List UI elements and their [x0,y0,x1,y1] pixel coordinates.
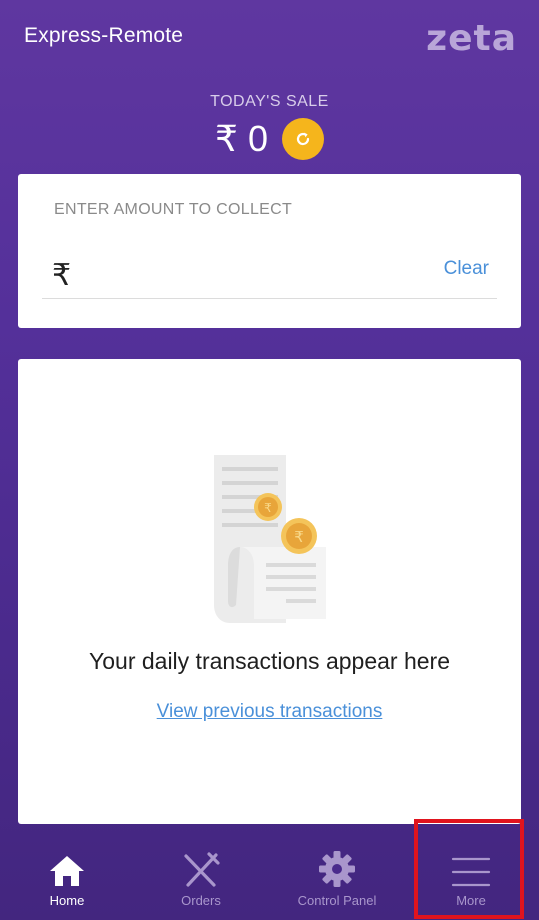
todays-sale-row: ₹ 0 [0,118,539,160]
view-previous-transactions-link[interactable]: View previous transactions [18,701,521,723]
receipt-coins-icon: ₹ ₹ [214,455,326,623]
amount-input-underline [42,298,497,299]
nav-item-orders[interactable]: Orders [164,842,238,920]
clear-button[interactable]: Clear [444,258,489,280]
transactions-card: ₹ ₹ Your daily transactions appear here … [18,359,521,824]
nav-item-control-panel[interactable]: Control Panel [282,842,392,920]
gear-icon [319,851,355,887]
todays-sale-value: ₹ 0 [215,118,268,159]
home-icon [50,856,84,886]
rupee-symbol: ₹ [52,259,72,292]
refresh-icon [296,132,310,146]
nav-label-orders: Orders [181,893,221,908]
zeta-logo: zeta [426,18,517,59]
nav-label-control-panel: Control Panel [297,893,377,908]
top-bar: Express-Remote zeta [0,0,539,80]
amount-input[interactable] [82,258,422,292]
nav-item-home[interactable]: Home [30,842,104,920]
app-title: Express-Remote [24,24,184,47]
amount-entry-label: ENTER AMOUNT TO COLLECT [54,201,293,218]
amount-entry-card: ENTER AMOUNT TO COLLECT ₹ Clear [18,174,521,328]
svg-text:₹: ₹ [294,528,304,546]
more-highlight-box [414,819,524,919]
nav-label-home: Home [49,893,85,908]
refresh-button[interactable] [281,118,324,160]
todays-sale-label: TODAY'S SALE [210,93,329,110]
fork-knife-icon [184,852,220,887]
empty-transactions-title: Your daily transactions appear here [89,648,450,674]
svg-text:₹: ₹ [264,501,272,515]
